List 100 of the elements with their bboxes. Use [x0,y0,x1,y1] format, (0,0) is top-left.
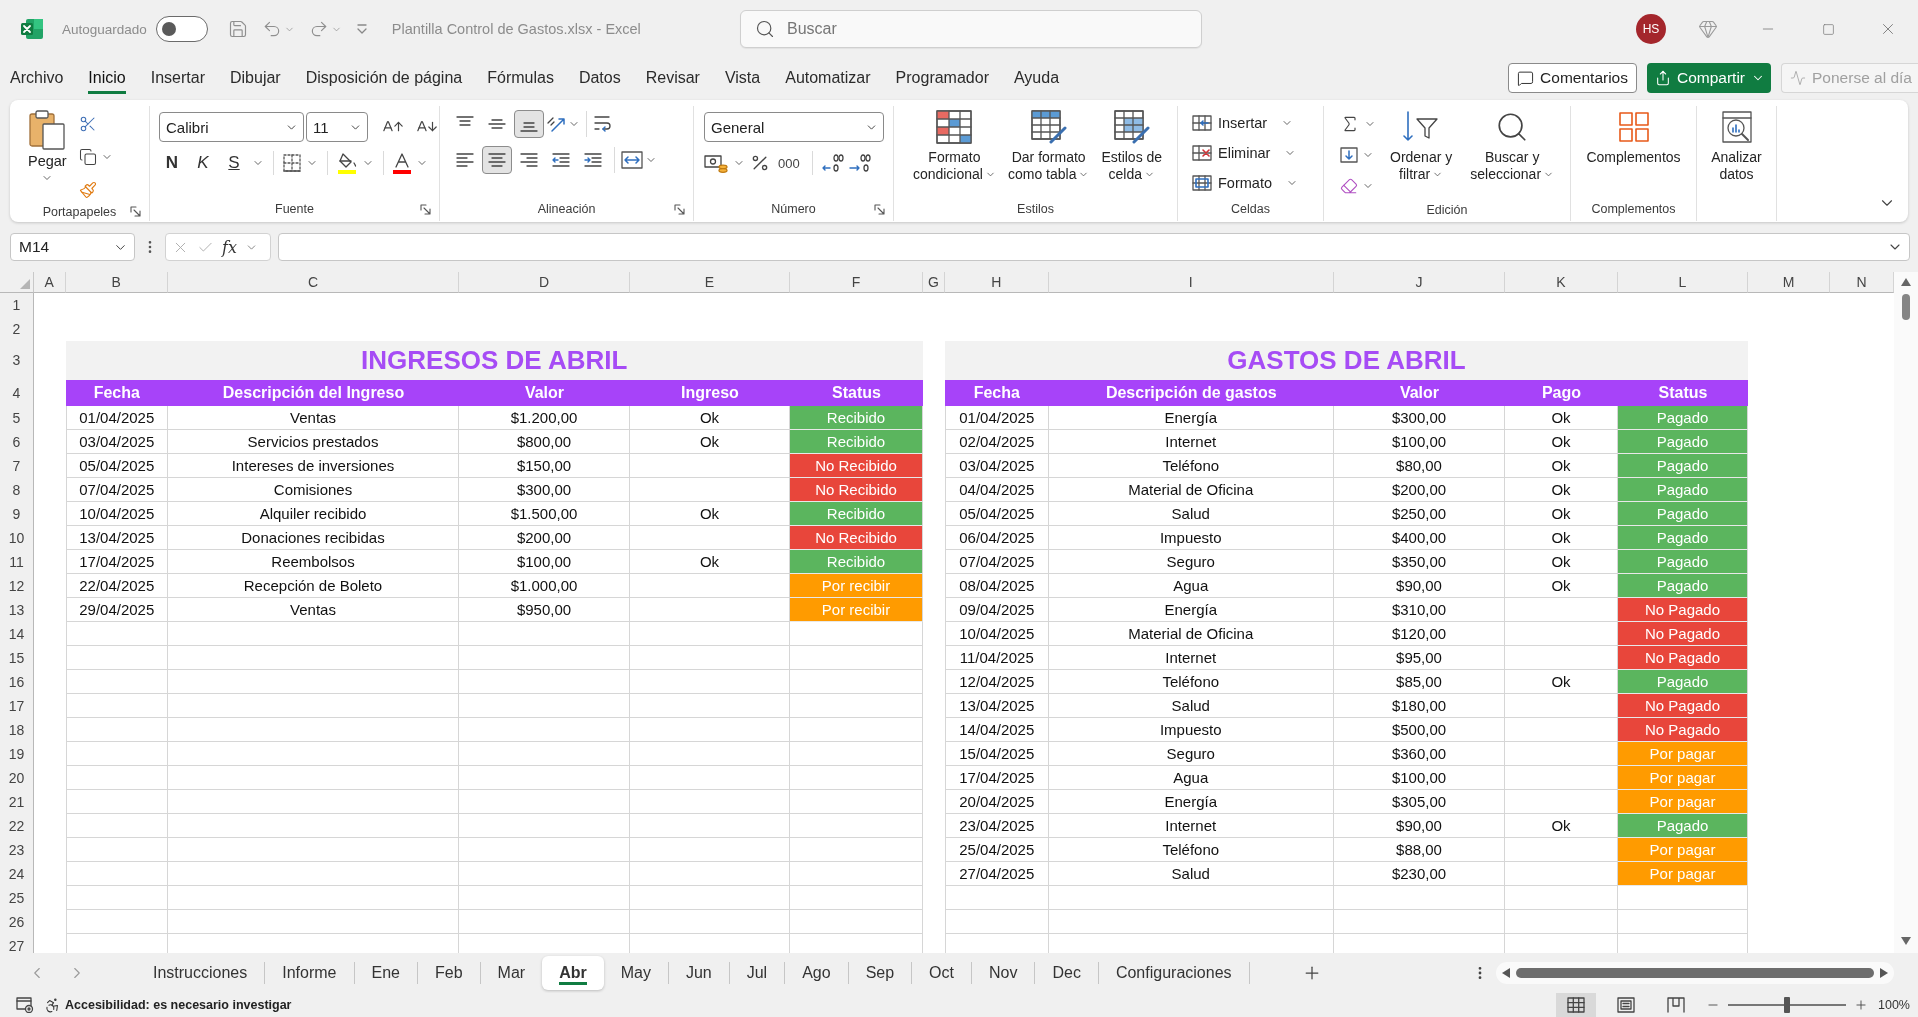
table-cell: Salud [1048,501,1334,526]
scissors-icon[interactable] [78,115,97,133]
name-box[interactable]: M14 [10,233,135,261]
dialog-launcher-icon[interactable] [130,206,141,217]
sheet-tab[interactable]: Informe [265,956,354,990]
number-format-dropdown[interactable]: General [704,112,884,142]
wrap-text-icon[interactable] [593,114,613,134]
sheet-tab[interactable]: Jun [668,956,729,990]
comments-button[interactable]: Comentarios [1508,63,1637,93]
customize-toolbar-icon[interactable] [355,23,368,35]
zoom-in-icon[interactable] [1854,998,1868,1012]
formula-bar-field[interactable] [278,233,1910,261]
horizontal-scrollbar[interactable] [1496,962,1894,984]
underline-button[interactable]: S [221,150,247,176]
diamond-icon[interactable] [1698,19,1718,39]
sheet-tab[interactable]: May [603,956,668,990]
borders-icon[interactable] [283,154,301,172]
scroll-up-icon[interactable] [1901,278,1911,286]
ribbon-tab[interactable]: Disposición de página [305,62,463,94]
ribbon-tab[interactable]: Ayuda [1013,62,1060,94]
analyze-data-button[interactable]: Analizar datos [1707,108,1766,183]
ribbon-tab[interactable]: Automatizar [785,62,871,94]
increase-indent-icon[interactable] [584,152,602,168]
font-color-icon[interactable] [393,152,411,174]
sheet-tab[interactable]: Abr [542,956,604,990]
zoom-slider-thumb[interactable] [1784,997,1790,1013]
add-ins-button[interactable]: Complementos [1582,108,1685,166]
normal-view-button[interactable] [1556,993,1596,1017]
user-avatar[interactable]: HS [1636,14,1666,44]
corner-cell[interactable] [0,272,34,293]
italic-button[interactable]: K [190,150,216,176]
sheet-tab[interactable]: Nov [972,956,1035,990]
editing-button[interactable]: Buscar y seleccionar [1466,108,1559,183]
sheet-tab[interactable]: Mar [480,956,543,990]
sheet-tab[interactable]: Configuraciones [1098,956,1249,990]
scroll-left-icon[interactable] [1502,968,1510,978]
paste-button[interactable]: Pegar [28,108,67,184]
save-icon[interactable] [227,19,248,39]
paint-bucket-icon[interactable] [337,152,357,174]
dialog-launcher-icon[interactable] [674,203,685,215]
ribbon-tab[interactable]: Archivo [10,62,64,94]
zoom-level[interactable]: 100% [1878,998,1910,1012]
share-button[interactable]: Compartir [1647,63,1772,93]
window-record-icon[interactable] [16,997,34,1013]
sheet-tab[interactable]: Sep [848,956,912,990]
table-cell: 12/04/2025 [945,669,1049,694]
vertical-align-button[interactable] [514,110,544,138]
ribbon-tab[interactable]: Revisar [645,62,700,94]
eraser-icon[interactable] [1340,177,1358,195]
ribbon-tab[interactable]: Dibujar [229,62,281,94]
table-cell: $350,00 [1334,549,1505,574]
vertical-scrollbar[interactable] [1894,272,1918,953]
ribbon-tab[interactable]: Programador [895,62,989,94]
ribbon-tab[interactable]: Inicio [88,62,126,94]
ribbon-tab[interactable]: Insertar [150,62,205,94]
bold-button[interactable]: N [159,150,185,176]
font-name-dropdown[interactable]: Calibri [159,112,304,142]
autosave-toggle[interactable] [155,16,208,42]
table-cell: 17/04/2025 [65,549,168,574]
decrease-indent-icon[interactable] [552,152,570,168]
cells-button[interactable]: Eliminar [1192,140,1271,166]
sheet-tab[interactable]: Oct [912,956,971,990]
decrease-decimal-icon[interactable] [848,153,871,173]
thousands-button[interactable]: 000 [775,150,803,176]
percent-icon[interactable] [750,153,770,173]
ribbon-tab[interactable]: Vista [724,62,761,94]
horizontal-align-button[interactable] [482,146,512,174]
dialog-launcher-icon[interactable] [874,203,885,215]
styles-button[interactable]: Formato condicional [908,108,1000,183]
styles-button[interactable]: Dar formato como tabla [1003,108,1094,183]
insert-function-label[interactable]: fx [222,237,237,257]
sheet-tab[interactable]: Ene [354,956,417,990]
cells-button[interactable]: Formato [1192,170,1272,196]
spreadsheet-logo-icon[interactable] [20,18,44,40]
sheet-tab[interactable]: Ago [785,956,848,990]
ribbon-tab[interactable]: Datos [578,62,621,94]
scroll-right-icon[interactable] [1880,968,1888,978]
dialog-launcher-icon[interactable] [420,203,431,215]
search-field[interactable]: Buscar [740,10,1202,48]
editing-button[interactable]: Ordenar y filtrar [1386,108,1457,183]
cells-button[interactable]: Insertar [1192,110,1268,136]
copy-icon[interactable] [78,148,97,166]
sheet-tab[interactable]: Dec [1035,956,1098,990]
fill-down-icon[interactable] [1340,147,1358,163]
merge-cells-icon[interactable] [621,151,643,169]
ribbon-tab[interactable]: Fórmulas [487,62,554,94]
styles-button[interactable]: Estilos de celda [1097,108,1167,183]
accessibility-status[interactable]: Accesibilidad: es necesario investigar [65,998,292,1012]
sheet-tab[interactable]: Feb [418,956,480,990]
increase-decimal-icon[interactable] [821,153,844,173]
scroll-thumb[interactable] [1516,968,1874,978]
sheet-tab[interactable]: Jul [729,956,785,990]
paintbrush-icon[interactable] [78,181,97,199]
currency-icon[interactable] [704,153,728,173]
scroll-down-icon[interactable] [1901,937,1911,945]
sheet-tab[interactable]: Instrucciones [136,956,265,990]
accessibility-icon[interactable] [44,996,61,1014]
font-size-dropdown[interactable]: 11 [306,112,368,142]
scroll-thumb[interactable] [1902,294,1910,320]
text-angle-icon[interactable] [546,115,566,133]
